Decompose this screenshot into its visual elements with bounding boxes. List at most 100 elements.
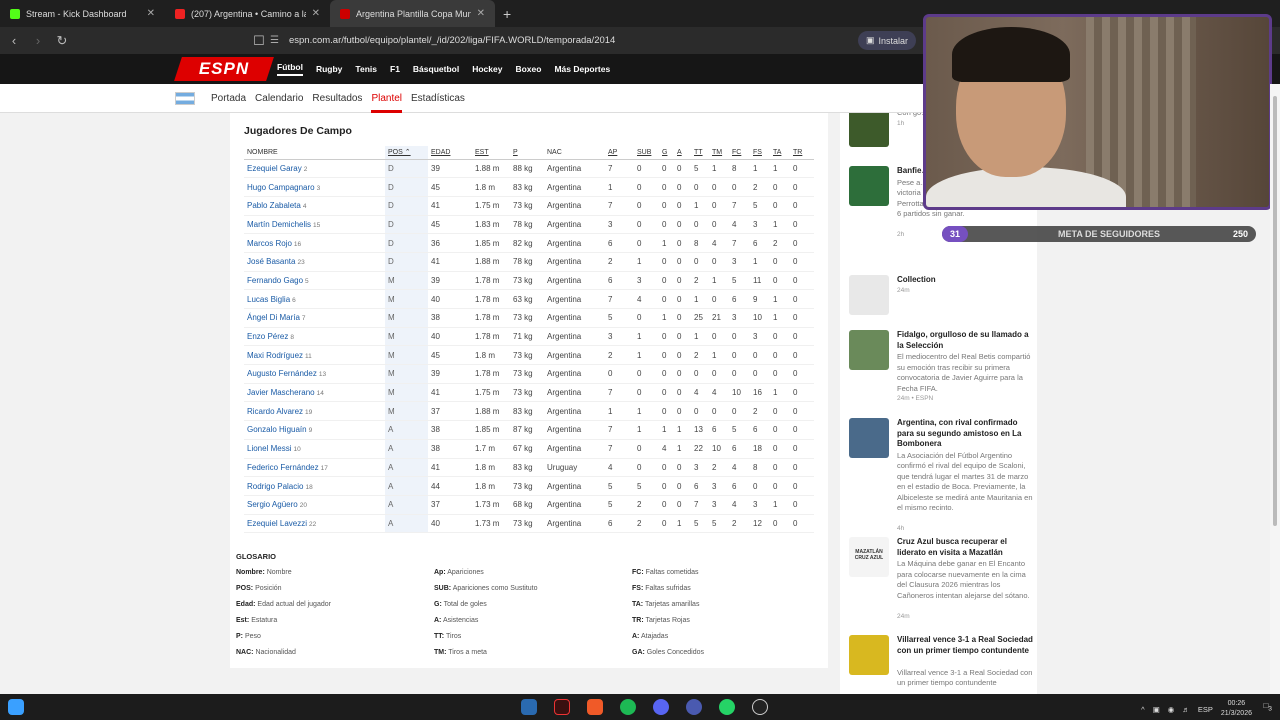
column-header[interactable]: G (659, 146, 674, 160)
new-tab-icon[interactable]: + (503, 6, 511, 22)
column-header[interactable]: NAC (544, 146, 605, 160)
player-name-text[interactable]: Hugo Campagnaro (247, 183, 315, 192)
news-thumbnail[interactable] (849, 330, 889, 370)
column-header[interactable]: EST (472, 146, 510, 160)
clock[interactable]: 00:26 21/3/2026 (1221, 699, 1252, 719)
subnav-item-3[interactable]: Plantel (371, 84, 403, 113)
news-thumbnail[interactable] (849, 113, 889, 147)
player-name-text[interactable]: Fernando Gago (247, 276, 303, 285)
player-name-text[interactable]: Ángel Di María (247, 313, 300, 322)
news-thumbnail[interactable] (849, 275, 889, 315)
column-header[interactable]: A (674, 146, 691, 160)
news-headline[interactable]: Fidalgo, orgulloso de su llamado a la Se… (897, 330, 1034, 351)
news-thumbnail[interactable] (849, 166, 889, 206)
language-indicator[interactable]: ESP (1198, 705, 1213, 714)
player-name[interactable]: José Basanta 23 (244, 252, 385, 272)
spotify-icon[interactable] (620, 699, 636, 715)
whatsapp-icon[interactable] (719, 699, 735, 715)
player-name[interactable]: Lucas Biglia 6 (244, 289, 385, 309)
back-icon[interactable]: ‹ (4, 33, 24, 48)
close-icon[interactable]: ✕ (477, 8, 485, 19)
nav-item-4[interactable]: Básquetbol (413, 64, 459, 74)
player-name-text[interactable]: Maxi Rodríguez (247, 351, 303, 360)
browser-tab[interactable]: Stream - Kick Dashboard ✕ (0, 0, 165, 27)
player-name[interactable]: Fernando Gago 5 (244, 271, 385, 291)
nav-item-0[interactable]: Fútbol (277, 62, 303, 76)
news-thumbnail[interactable] (849, 635, 889, 675)
volume-icon[interactable]: ♬ (1182, 705, 1190, 714)
chevron-up-icon[interactable]: ^ (1141, 705, 1145, 714)
settings-gear-icon[interactable] (686, 699, 702, 715)
player-name-text[interactable]: Augusto Fernández (247, 369, 317, 378)
site-info-icon[interactable]: ☰ (270, 35, 279, 46)
install-button[interactable]: ▣ Instalar (858, 31, 916, 50)
reload-icon[interactable]: ↻ (52, 33, 72, 49)
player-name-text[interactable]: Ezequiel Lavezzi (247, 519, 307, 528)
page-scrollbar[interactable] (1270, 84, 1280, 694)
nav-item-2[interactable]: Tenis (355, 64, 377, 74)
player-name[interactable]: Maxi Rodríguez 11 (244, 345, 385, 366)
player-name[interactable]: Enzo Pérez 8 (244, 327, 385, 347)
player-name-text[interactable]: Gonzalo Higuaín (247, 425, 307, 434)
news-headline[interactable]: Cruz Azul busca recuperar el liderato en… (897, 537, 1034, 558)
player-name-text[interactable]: Martín Demichelis (247, 220, 311, 229)
nav-item-3[interactable]: F1 (390, 64, 400, 74)
player-name-text[interactable]: Pablo Zabaleta (247, 201, 301, 210)
nav-item-7[interactable]: Más Deportes (554, 64, 610, 74)
player-name[interactable]: Ricardo Alvarez 19 (244, 401, 385, 422)
player-name-text[interactable]: Sergio Agüero (247, 500, 298, 509)
news-headline[interactable]: Argentina, con rival confirmado para su … (897, 418, 1034, 450)
player-name-text[interactable]: Enzo Pérez (247, 332, 288, 341)
discord-icon[interactable] (653, 699, 669, 715)
column-header[interactable]: TM (709, 146, 729, 160)
nav-item-6[interactable]: Boxeo (515, 64, 541, 74)
player-name-text[interactable]: Marcos Rojo (247, 239, 292, 248)
column-header[interactable]: TA (770, 146, 790, 160)
monitor-icon[interactable]: ▣ (1153, 705, 1160, 714)
column-header[interactable]: AP (605, 146, 634, 160)
notification-icon[interactable]: □3 (1263, 701, 1272, 713)
column-header[interactable]: NOMBRE (244, 146, 385, 160)
news-headline[interactable]: Collection (897, 275, 1034, 286)
news-thumbnail[interactable] (849, 418, 889, 458)
close-icon[interactable]: ✕ (312, 8, 320, 19)
url-field[interactable]: ☰ espn.com.ar/futbol/equipo/plantel/_/id… (270, 31, 850, 50)
player-name-text[interactable]: Ezequiel Garay (247, 164, 302, 173)
player-name[interactable]: Ezequiel Lavezzi 22 (244, 514, 385, 534)
column-header[interactable]: POS ⌃ (385, 146, 428, 160)
column-header[interactable]: EDAD (428, 146, 472, 160)
nav-item-1[interactable]: Rugby (316, 64, 342, 74)
player-name[interactable]: Sergio Agüero 20 (244, 495, 385, 515)
scroll-thumb[interactable] (1273, 96, 1277, 526)
espn-logo[interactable]: ESPN (174, 57, 274, 81)
player-name-text[interactable]: Rodrigo Palacio (247, 482, 303, 491)
player-name[interactable]: Ezequiel Garay 2 (244, 159, 385, 179)
news-headline[interactable]: Villarreal vence 3-1 a Real Sociedad con… (897, 635, 1034, 656)
player-name[interactable]: Lionel Messi 10 (244, 439, 385, 459)
player-name[interactable]: Ángel Di María 7 (244, 308, 385, 328)
player-name[interactable]: Martín Demichelis 15 (244, 215, 385, 235)
subnav-item-2[interactable]: Resultados (312, 93, 362, 104)
wifi-icon[interactable]: ◉ (1168, 705, 1175, 714)
valorant-icon[interactable] (554, 699, 570, 715)
player-name[interactable]: Marcos Rojo 16 (244, 233, 385, 253)
windows-start-icon[interactable] (8, 699, 24, 715)
forward-icon[interactable]: › (28, 33, 48, 48)
player-name-text[interactable]: Ricardo Alvarez (247, 407, 303, 416)
column-header[interactable]: P (510, 146, 544, 160)
player-name[interactable]: Pablo Zabaleta 4 (244, 196, 385, 216)
brave-icon[interactable] (587, 699, 603, 715)
column-header[interactable]: TR (790, 146, 814, 160)
player-name[interactable]: Federico Fernández 17 (244, 458, 385, 478)
browser-tab[interactable]: (207) Argentina • Camino a la fi… ✕ (165, 0, 330, 27)
nav-item-5[interactable]: Hockey (472, 64, 502, 74)
player-name-text[interactable]: José Basanta (247, 257, 295, 266)
player-name-text[interactable]: Federico Fernández (247, 463, 319, 472)
player-name[interactable]: Augusto Fernández 13 (244, 364, 385, 384)
column-header[interactable]: FC (729, 146, 750, 160)
player-name[interactable]: Gonzalo Higuaín 9 (244, 420, 385, 440)
obs-icon[interactable] (752, 699, 768, 715)
subnav-item-0[interactable]: Portada (211, 93, 246, 104)
subnav-item-1[interactable]: Calendario (255, 93, 303, 104)
player-name[interactable]: Hugo Campagnaro 3 (244, 177, 385, 197)
